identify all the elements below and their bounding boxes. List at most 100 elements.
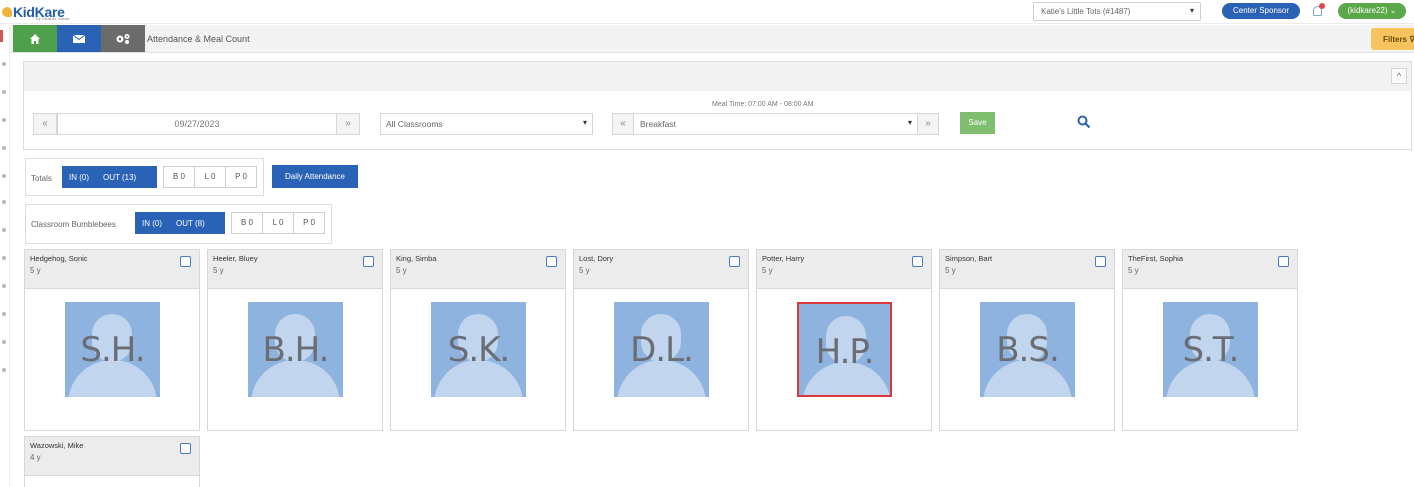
date-input[interactable]: 09/27/2023 bbox=[57, 113, 337, 135]
search-icon[interactable] bbox=[1077, 115, 1091, 129]
gears-icon bbox=[116, 33, 130, 44]
left-strip-dot bbox=[2, 256, 6, 260]
avatar-initials: S.K. bbox=[447, 330, 511, 370]
controls-panel: ^ « 09/27/2023 » All Classrooms ▾ Meal T… bbox=[23, 61, 1412, 150]
child-card[interactable]: Lost, Dory 5 y D.L. bbox=[573, 249, 749, 431]
panel-header: ^ bbox=[24, 62, 1411, 91]
avatar[interactable]: S.H. bbox=[65, 302, 160, 397]
avatar[interactable]: S.T. bbox=[1163, 302, 1258, 397]
totals-label: Totals bbox=[31, 174, 52, 183]
avatar-initials: D.L. bbox=[630, 330, 694, 370]
avatar-initials: B.H. bbox=[262, 330, 330, 370]
center-select[interactable]: Katie's Little Tots (#1487) ▾ bbox=[1033, 2, 1201, 21]
save-button[interactable]: Save bbox=[960, 112, 995, 134]
app-root: KidKare by Minute Menu Katie's Little To… bbox=[0, 0, 1414, 487]
child-name: Hedgehog, Sonic bbox=[30, 254, 88, 263]
totals-lunch: L 0 bbox=[194, 166, 226, 188]
double-chevron-left-icon: « bbox=[620, 118, 626, 129]
child-checkbox[interactable] bbox=[180, 443, 191, 454]
child-name: Wazowski, Mike bbox=[30, 441, 84, 450]
child-checkbox[interactable] bbox=[546, 256, 557, 267]
logo-subtext: by Minute Menu bbox=[36, 16, 70, 21]
card-header: Hedgehog, Sonic 5 y bbox=[25, 250, 199, 289]
card-header: Potter, Harry 5 y bbox=[757, 250, 931, 289]
center-sponsor-button[interactable]: Center Sponsor bbox=[1222, 3, 1300, 19]
child-age: 5 y bbox=[945, 266, 956, 275]
double-chevron-right-icon: » bbox=[345, 118, 351, 129]
child-age: 5 y bbox=[30, 266, 41, 275]
child-card[interactable]: Hedgehog, Sonic 5 y S.H. bbox=[24, 249, 200, 431]
child-checkbox[interactable] bbox=[180, 256, 191, 267]
classroom-select[interactable]: All Classrooms ▾ bbox=[380, 113, 593, 135]
chevron-up-icon: ^ bbox=[1396, 71, 1402, 81]
avatar[interactable]: B.H. bbox=[248, 302, 343, 397]
date-next-button[interactable]: » bbox=[336, 113, 360, 135]
totals-out[interactable]: OUT (13) bbox=[96, 173, 143, 182]
child-card[interactable]: Simpson, Bart 5 y B.S. bbox=[939, 249, 1115, 431]
filters-label: Filters bbox=[1383, 35, 1408, 44]
page-title: Attendance & Meal Count bbox=[147, 34, 250, 44]
caret-down-icon: ▾ bbox=[907, 118, 912, 127]
avatar-initials: S.T. bbox=[1182, 330, 1240, 370]
classroom-in-out-toggle[interactable]: IN (0) OUT (8) bbox=[135, 212, 225, 234]
avatar[interactable]: B.S. bbox=[980, 302, 1075, 397]
child-name: Potter, Harry bbox=[762, 254, 805, 263]
meal-prev-button[interactable]: « bbox=[612, 113, 634, 135]
classroom-out[interactable]: OUT (8) bbox=[169, 219, 212, 228]
card-header: Heeler, Bluey 5 y bbox=[208, 250, 382, 289]
totals-breakfast: B 0 bbox=[163, 166, 195, 188]
child-age: 5 y bbox=[762, 266, 773, 275]
notification-bell-icon[interactable] bbox=[1311, 3, 1325, 19]
left-strip-dot bbox=[2, 340, 6, 344]
chevron-down-icon: ⌄ bbox=[1389, 6, 1397, 15]
avatar[interactable]: D.L. bbox=[614, 302, 709, 397]
meal-time-label: Meal Time: 07:00 AM - 08:00 AM bbox=[712, 101, 814, 108]
child-name: Heeler, Bluey bbox=[213, 254, 258, 263]
caret-down-icon: ▾ bbox=[1189, 6, 1194, 15]
home-button[interactable] bbox=[13, 25, 57, 52]
totals-in[interactable]: IN (0) bbox=[62, 173, 96, 182]
avatar[interactable]: S.K. bbox=[431, 302, 526, 397]
collapse-button[interactable]: ^ bbox=[1391, 68, 1407, 84]
child-name: King, Simba bbox=[396, 254, 437, 263]
child-age: 4 y bbox=[30, 453, 41, 462]
left-strip-dot bbox=[2, 284, 6, 288]
card-header: Lost, Dory 5 y bbox=[574, 250, 748, 289]
user-menu-button[interactable]: (kidkare22) ⌄ bbox=[1338, 3, 1406, 19]
child-checkbox[interactable] bbox=[729, 256, 740, 267]
child-card[interactable]: TheFirst, Sophia 5 y S.T. bbox=[1122, 249, 1298, 431]
child-card[interactable]: Wazowski, Mike 4 y bbox=[24, 436, 200, 487]
child-card[interactable]: Potter, Harry 5 y H.P. bbox=[756, 249, 932, 431]
child-age: 5 y bbox=[396, 266, 407, 275]
child-card[interactable]: Heeler, Bluey 5 y B.H. bbox=[207, 249, 383, 431]
child-checkbox[interactable] bbox=[363, 256, 374, 267]
left-strip-dot bbox=[2, 118, 6, 122]
meal-select[interactable]: Breakfast ▾ bbox=[633, 113, 918, 135]
child-checkbox[interactable] bbox=[1278, 256, 1289, 267]
daily-attendance-button[interactable]: Daily Attendance bbox=[272, 165, 358, 188]
child-card[interactable]: King, Simba 5 y S.K. bbox=[390, 249, 566, 431]
filters-button[interactable]: Filters ⊽ bbox=[1371, 28, 1414, 50]
settings-button[interactable] bbox=[101, 25, 145, 52]
meal-next-button[interactable]: » bbox=[917, 113, 939, 135]
child-checkbox[interactable] bbox=[912, 256, 923, 267]
top-bar: KidKare by Minute Menu Katie's Little To… bbox=[0, 0, 1414, 24]
double-chevron-right-icon: » bbox=[925, 118, 931, 129]
date-prev-button[interactable]: « bbox=[33, 113, 57, 135]
caret-down-icon: ▾ bbox=[582, 118, 587, 127]
nav-bar: Attendance & Meal Count Filters ⊽ bbox=[10, 25, 1414, 53]
avatar-initials: S.H. bbox=[80, 330, 145, 370]
totals-pm-snack: P 0 bbox=[225, 166, 257, 188]
mail-button[interactable] bbox=[57, 25, 101, 52]
left-strip-dot bbox=[2, 228, 6, 232]
avatar-selected[interactable]: H.P. bbox=[797, 302, 892, 397]
mail-icon bbox=[73, 34, 85, 43]
child-checkbox[interactable] bbox=[1095, 256, 1106, 267]
card-header: Wazowski, Mike 4 y bbox=[25, 437, 199, 476]
home-icon bbox=[30, 33, 40, 44]
classroom-in[interactable]: IN (0) bbox=[135, 219, 169, 228]
classroom-label: Classroom Bumblebees bbox=[31, 220, 116, 229]
meal-select-value: Breakfast bbox=[640, 119, 676, 129]
totals-in-out-toggle[interactable]: IN (0) OUT (13) bbox=[62, 166, 157, 188]
left-strip-dot bbox=[2, 174, 6, 178]
